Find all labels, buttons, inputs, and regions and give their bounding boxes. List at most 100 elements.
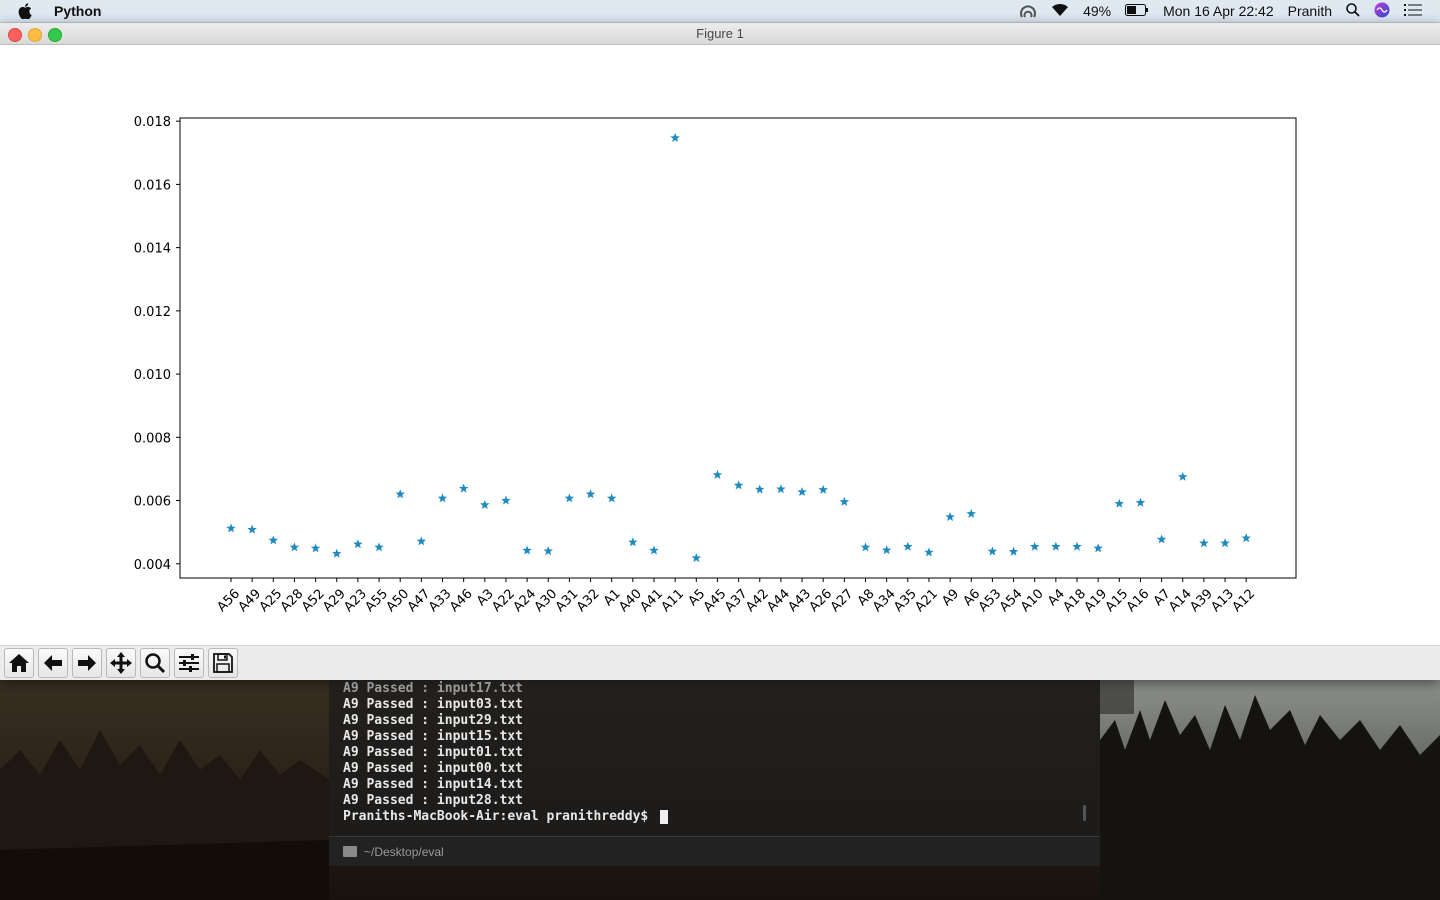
home-icon [9, 654, 29, 672]
save-button[interactable] [208, 648, 238, 678]
data-point [374, 542, 384, 552]
data-point [353, 539, 363, 549]
x-tick-label: A46 [447, 586, 476, 615]
data-point [945, 511, 955, 522]
notification-center-icon[interactable] [1404, 3, 1422, 20]
terminal-prompt-line[interactable]: Praniths-MacBook-Air:eval pranithreddy$ [343, 809, 669, 825]
terminal-output: A9 Passed : input17.txt A9 Passed : inpu… [343, 681, 669, 825]
configure-subplots-icon [179, 654, 199, 672]
data-point [331, 548, 342, 558]
data-point [1072, 541, 1082, 551]
apple-icon[interactable] [18, 3, 40, 19]
y-tick-label: 0.004 [134, 558, 171, 573]
data-point [1199, 538, 1209, 548]
data-point [522, 545, 532, 555]
data-point [1220, 538, 1230, 548]
home-button[interactable] [4, 648, 34, 678]
forward-icon [78, 655, 96, 671]
plot-canvas[interactable]: 0.004 0.006 0.008 0.010 0.012 0.014 0.016 0.018… [0, 45, 1440, 645]
data-point [458, 483, 469, 493]
configure-subplots-button[interactable] [174, 648, 204, 678]
data-point [1114, 498, 1125, 508]
data-point [1135, 497, 1146, 507]
data-point [1177, 471, 1188, 481]
data-point [691, 553, 702, 563]
menu-bar: Python 49% Mon 16 Apr 22:42 Pranith [0, 0, 1440, 23]
y-tick-label: 0.008 [134, 431, 171, 446]
y-tick-label: 0.016 [134, 178, 171, 193]
data-point [670, 132, 680, 142]
data-point [628, 537, 638, 547]
back-icon [44, 655, 62, 671]
pan-button[interactable] [106, 648, 136, 678]
wifi-icon[interactable] [1051, 3, 1069, 20]
terminal-status-bar: ~/Desktop/eval [329, 836, 1100, 866]
search-icon[interactable] [1346, 2, 1360, 20]
data-point [606, 493, 617, 503]
window-titlebar[interactable]: Figure 1 [0, 23, 1440, 45]
x-tick-label: A9 [939, 586, 962, 609]
axes-frame [179, 117, 1297, 579]
terminal-line: A9 Passed : input29.txt [343, 713, 524, 728]
data-point [966, 508, 977, 518]
data-point [1241, 533, 1251, 543]
clock[interactable]: Mon 16 Apr 22:42 [1163, 3, 1274, 19]
x-tick-label: A16 [1124, 586, 1153, 615]
text-cursor [660, 809, 669, 824]
user-name[interactable]: Pranith [1288, 3, 1332, 19]
current-directory: ~/Desktop/eval [364, 844, 444, 859]
x-tick-label: A12 [1230, 586, 1259, 615]
back-button[interactable] [38, 648, 68, 678]
terminal-line: A9 Passed : input28.txt [343, 793, 524, 808]
data-point [310, 543, 321, 553]
folder-icon [343, 846, 357, 857]
terminal-line: A9 Passed : input01.txt [343, 745, 524, 760]
x-tick-label: A27 [828, 586, 857, 615]
y-tick-label: 0.012 [134, 305, 171, 320]
y-tick-label: 0.006 [134, 495, 171, 510]
siri-icon[interactable] [1374, 2, 1390, 21]
data-point [1093, 543, 1103, 553]
maximize-button[interactable] [48, 28, 62, 42]
terminal-prompt: Praniths-MacBook-Air:eval pranithreddy$ [343, 809, 657, 824]
data-point [776, 484, 786, 494]
data-point [480, 499, 490, 510]
app-name[interactable]: Python [54, 3, 101, 19]
figure-window: Figure 1 0.004 0.006 0.008 0.010 0.012 0.014 0… [0, 23, 1440, 680]
terminal-line: A9 Passed : input17.txt [343, 681, 524, 696]
terminal-scrollbar[interactable] [1083, 805, 1086, 821]
x-tick-label: A32 [574, 586, 603, 615]
data-point [585, 489, 596, 499]
pan-icon [110, 652, 132, 674]
data-point [987, 546, 998, 556]
scatter-chart[interactable]: 0.004 0.006 0.008 0.010 0.012 0.014 0.016 0.018… [0, 45, 1440, 645]
battery-percent[interactable]: 49% [1083, 3, 1111, 19]
close-button[interactable] [8, 28, 22, 42]
data-point [903, 541, 913, 551]
data-point [395, 489, 405, 499]
minimize-button[interactable] [28, 28, 42, 42]
data-point [416, 536, 427, 546]
data-point [649, 545, 659, 555]
forward-button[interactable] [72, 648, 102, 678]
data-point [881, 545, 892, 555]
x-tick-label: A10 [1018, 586, 1047, 615]
data-point [733, 480, 744, 490]
data-point [226, 523, 236, 533]
zoom-button[interactable] [140, 648, 170, 678]
y-tick-label: 0.010 [134, 368, 171, 383]
data-point [437, 493, 448, 503]
data-point [924, 547, 934, 557]
terminal-window[interactable]: A9 Passed : input17.txt A9 Passed : inpu… [329, 680, 1100, 866]
data-point [1029, 541, 1040, 551]
battery-icon[interactable] [1125, 3, 1149, 19]
data-point [754, 484, 765, 494]
data-point [1051, 541, 1061, 551]
terminal-line: A9 Passed : input15.txt [343, 729, 524, 744]
data-point [797, 487, 807, 497]
data-point [1156, 534, 1167, 544]
y-tick-label: 0.014 [134, 242, 171, 257]
airdrop-icon[interactable] [1019, 2, 1037, 21]
data-point [564, 493, 575, 503]
data-point [712, 469, 723, 479]
